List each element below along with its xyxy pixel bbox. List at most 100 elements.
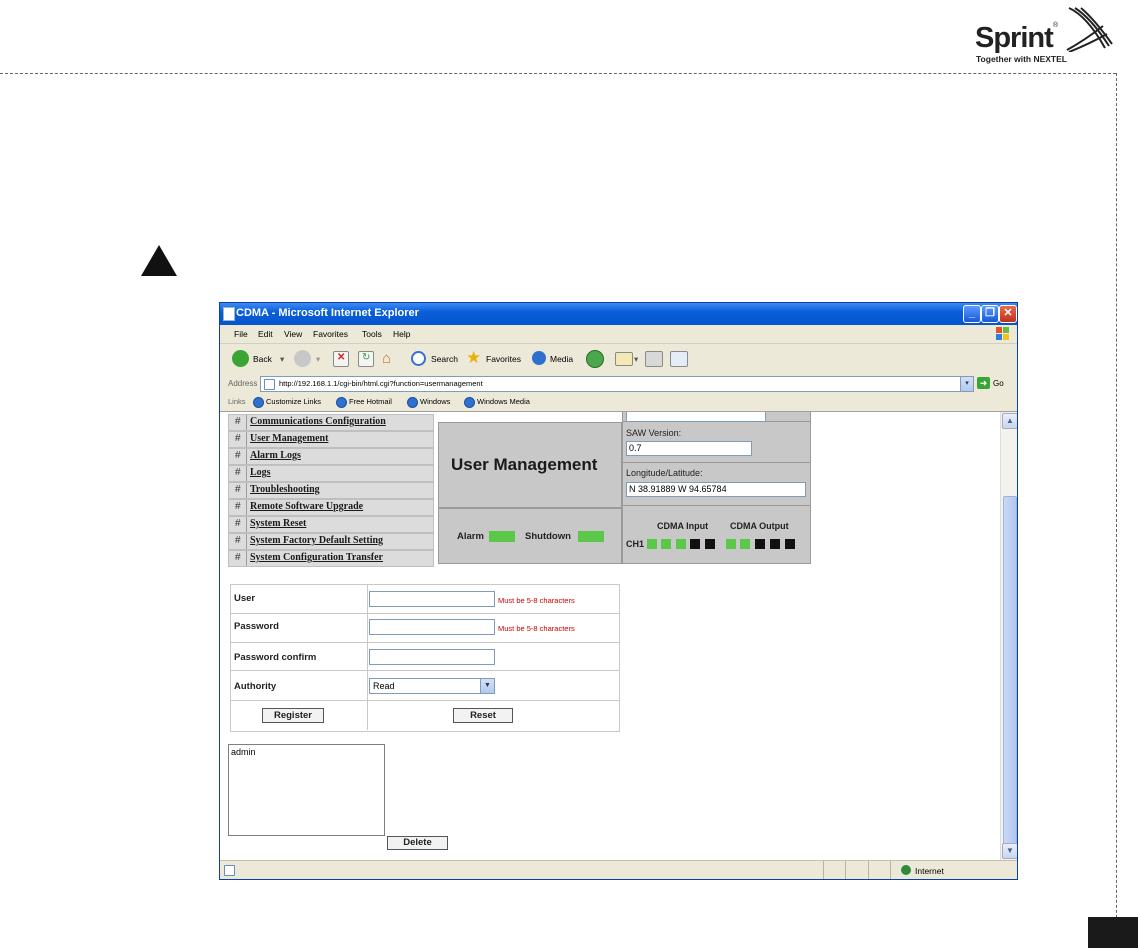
status-divider <box>890 861 891 879</box>
back-icon[interactable] <box>232 350 249 367</box>
nav-hash: # <box>235 433 241 444</box>
print-icon[interactable] <box>645 351 663 367</box>
delete-button[interactable]: Delete <box>387 836 448 850</box>
maximize-button[interactable]: ❐ <box>981 305 999 323</box>
go-label[interactable]: Go <box>993 379 1004 388</box>
favorites-label[interactable]: Favorites <box>486 354 521 364</box>
nav-system-configuration-transfer[interactable]: System Configuration Transfer <box>250 552 383 563</box>
forward-dropdown-icon[interactable]: ▾ <box>316 354 320 365</box>
brand-name: Sprint <box>975 22 1054 54</box>
nav-troubleshooting[interactable]: Troubleshooting <box>250 484 320 495</box>
forward-icon[interactable] <box>294 350 311 367</box>
nav-logs[interactable]: Logs <box>250 467 271 478</box>
authority-select[interactable]: Read ▼ <box>369 678 495 694</box>
cdma-input-led-3 <box>676 539 686 549</box>
address-input[interactable]: http://192.168.1.1/cgi-bin/html.cgi?func… <box>260 376 974 392</box>
nav-item[interactable]: # Communications Configuration <box>228 414 434 431</box>
nav-item[interactable]: # Troubleshooting <box>228 482 434 499</box>
nav-item[interactable]: # System Factory Default Setting <box>228 533 434 550</box>
menu-tools[interactable]: Tools <box>362 329 382 339</box>
previous-field-input[interactable] <box>626 412 766 422</box>
user-list-item[interactable]: admin <box>231 747 256 757</box>
cdma-output-led-2 <box>740 539 750 549</box>
search-icon[interactable] <box>411 351 426 366</box>
user-label: User <box>234 593 256 604</box>
nav-item[interactable]: # Remote Software Upgrade <box>228 499 434 516</box>
refresh-icon[interactable]: ↻ <box>358 351 374 367</box>
nav-item[interactable]: # System Configuration Transfer <box>228 550 434 567</box>
user-listbox[interactable]: admin <box>228 744 385 836</box>
edit-icon[interactable] <box>670 351 688 367</box>
search-label[interactable]: Search <box>431 354 458 364</box>
user-hint: Must be 5-8 characters <box>498 596 575 605</box>
minimize-button[interactable]: _ <box>963 305 981 323</box>
nav-system-reset[interactable]: System Reset <box>250 518 306 529</box>
link-page-icon <box>464 397 475 408</box>
brand-tagline: Together with NEXTEL <box>976 54 1067 64</box>
go-arrow-icon[interactable]: ➜ <box>977 377 990 389</box>
nav-hash: # <box>235 518 241 529</box>
menu-favorites[interactable]: Favorites <box>313 329 348 339</box>
vertical-scrollbar[interactable]: ▲ ▼ <box>1000 412 1017 860</box>
stop-icon[interactable]: ✕ <box>333 351 349 367</box>
media-label[interactable]: Media <box>550 354 573 364</box>
authority-value: Read <box>373 681 395 691</box>
chevron-down-icon[interactable]: ▼ <box>480 679 494 693</box>
mail-icon[interactable] <box>615 352 633 366</box>
register-button[interactable]: Register <box>262 708 324 723</box>
link-page-icon <box>407 397 418 408</box>
nav-remote-software-upgrade[interactable]: Remote Software Upgrade <box>250 501 363 512</box>
back-dropdown-icon[interactable]: ▾ <box>280 354 284 365</box>
back-label[interactable]: Back <box>253 354 272 364</box>
longitude-latitude-label: Longitude/Latitude: <box>626 468 703 478</box>
nav-hash: # <box>235 484 241 495</box>
mail-dropdown-icon[interactable]: ▾ <box>634 354 638 365</box>
scroll-thumb[interactable] <box>1003 496 1017 848</box>
link-customize-links[interactable]: Customize Links <box>266 397 321 406</box>
favorites-star-icon[interactable]: ★ <box>466 348 481 368</box>
page-number-box <box>1088 917 1138 948</box>
warning-icon <box>141 245 177 276</box>
menu-help[interactable]: Help <box>393 329 410 339</box>
nav-item[interactable]: # Alarm Logs <box>228 448 434 465</box>
page-content: # Communications Configuration # User Mana… <box>220 412 1000 860</box>
status-divider <box>845 861 846 879</box>
nav-user-management[interactable]: User Management <box>250 433 328 444</box>
nav-separator <box>246 500 247 515</box>
cdma-output-led-5 <box>785 539 795 549</box>
scroll-up-icon[interactable]: ▲ <box>1002 413 1017 429</box>
address-dropdown-icon[interactable]: ▾ <box>960 377 973 391</box>
nav-hash: # <box>235 535 241 546</box>
nav-item[interactable]: # User Management <box>228 431 434 448</box>
nav-item[interactable]: # System Reset <box>228 516 434 533</box>
saw-version-input[interactable]: 0.7 <box>626 441 752 456</box>
form-row-user: User Must be 5-8 characters <box>231 585 619 614</box>
history-icon[interactable] <box>586 350 604 368</box>
link-free-hotmail[interactable]: Free Hotmail <box>349 397 392 406</box>
nav-item[interactable]: # Logs <box>228 465 434 482</box>
form-row-password-confirm: Password confirm <box>231 643 619 671</box>
user-input[interactable] <box>369 591 495 607</box>
link-windows[interactable]: Windows <box>420 397 450 406</box>
nav-communications-configuration[interactable]: Communications Configuration <box>250 416 386 427</box>
nav-separator <box>246 466 247 481</box>
reset-button[interactable]: Reset <box>453 708 513 723</box>
user-form: User Must be 5-8 characters Password Mus… <box>230 584 620 732</box>
password-input[interactable] <box>369 619 495 635</box>
link-windows-media[interactable]: Windows Media <box>477 397 530 406</box>
cdma-output-led-3 <box>755 539 765 549</box>
info-divider <box>623 505 810 506</box>
scroll-down-icon[interactable]: ▼ <box>1002 843 1017 859</box>
close-button[interactable]: ✕ <box>999 305 1017 323</box>
menu-edit[interactable]: Edit <box>258 329 273 339</box>
menu-file[interactable]: File <box>234 329 248 339</box>
alarm-label: Alarm <box>457 531 484 542</box>
media-icon[interactable] <box>532 351 546 365</box>
browser-window: CDMA - Microsoft Internet Explorer _ ❐ ✕… <box>219 302 1018 880</box>
nav-alarm-logs[interactable]: Alarm Logs <box>250 450 301 461</box>
home-icon[interactable]: ⌂ <box>382 350 391 367</box>
nav-system-factory-default-setting[interactable]: System Factory Default Setting <box>250 535 383 546</box>
longitude-latitude-input[interactable]: N 38.91889 W 94.65784 <box>626 482 806 497</box>
password-confirm-input[interactable] <box>369 649 495 665</box>
menu-view[interactable]: View <box>284 329 302 339</box>
